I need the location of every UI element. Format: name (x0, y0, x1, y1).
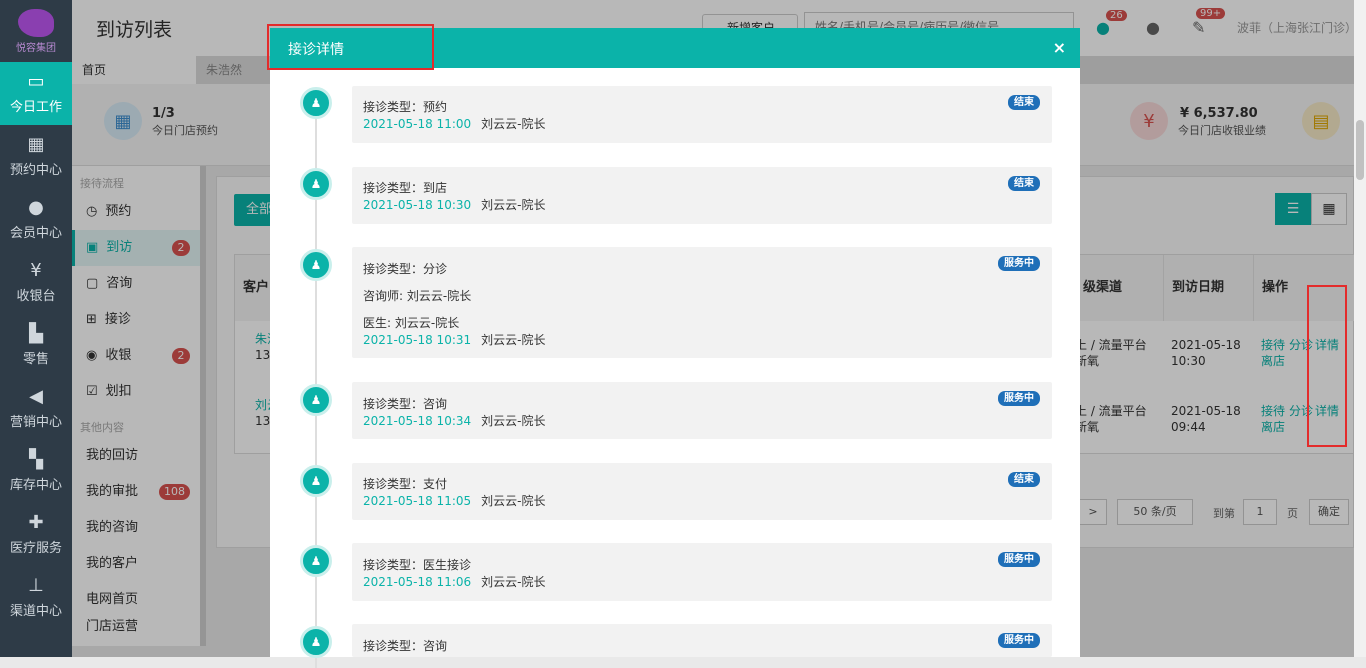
nav-label: 库存中心 (9, 478, 62, 493)
modal-title-highlight (267, 24, 434, 70)
nav-label: 收银台 (16, 289, 56, 304)
nav-item-cashier[interactable]: ¥ 收银台 (0, 251, 72, 314)
visit-type: 接诊类型：咨询 (363, 639, 448, 653)
megaphone-icon: ◀ (29, 386, 43, 407)
org-chart-icon: ⊥ (28, 575, 44, 596)
grid-icon: ▚ (29, 449, 43, 470)
visit-time: 2021-05-18 10:31 (363, 333, 472, 347)
visit-type: 接诊类型：分诊 (363, 262, 448, 276)
user-icon: ♟ (300, 626, 332, 658)
visit-type: 接诊类型：预约 (363, 100, 448, 114)
status-badge: 结束 (1008, 176, 1040, 191)
visit-meta: 2021-05-18 11:05 刘云云-院长 (363, 492, 545, 509)
nav-item-today-work[interactable]: ▭ 今日工作 (0, 62, 72, 125)
status-badge: 服务中 (998, 633, 1040, 648)
visit-type: 接诊类型：医生接诊 (363, 558, 472, 572)
user-icon: ♟ (300, 465, 332, 497)
timeline-card: 接诊类型：分诊 咨询师: 刘云云-院长 医生: 刘云云-院长 2021-05-1… (352, 247, 1052, 358)
nav-item-channels[interactable]: ⊥ 渠道中心 (0, 566, 72, 629)
timeline-card: 接诊类型：到店 2021-05-18 10:30 刘云云-院长 结束 (352, 167, 1052, 224)
visit-meta: 2021-05-18 10:31 刘云云-院长 (363, 331, 545, 348)
doctor-line: 医生: 刘云云-院长 (363, 316, 460, 330)
user-icon: ♟ (300, 545, 332, 577)
cart-icon: ▙ (29, 323, 43, 344)
visit-time: 2021-05-18 10:30 (363, 198, 472, 212)
nav-item-retail[interactable]: ▙ 零售 (0, 314, 72, 377)
visit-type: 接诊类型：支付 (363, 477, 448, 491)
nav-label: 渠道中心 (9, 604, 62, 619)
nav-label: 今日工作 (9, 100, 62, 115)
status-badge: 服务中 (998, 552, 1040, 567)
logo-text: 悦容集团 (16, 42, 56, 54)
staff-name: 刘云云-院长 (481, 575, 546, 589)
close-icon[interactable]: × (1053, 38, 1066, 57)
nav-label: 零售 (22, 352, 49, 367)
nav-item-members[interactable]: ● 会员中心 (0, 188, 72, 251)
nav-label: 预约中心 (9, 163, 62, 178)
details-column-highlight (1307, 285, 1347, 447)
nav-item-marketing[interactable]: ◀ 营销中心 (0, 377, 72, 440)
status-badge: 结束 (1008, 95, 1040, 110)
visit-type: 接诊类型：咨询 (363, 397, 448, 411)
user-icon: ♟ (300, 168, 332, 200)
timeline-card: 接诊类型：咨询 服务中 (352, 624, 1052, 657)
status-badge: 结束 (1008, 472, 1040, 487)
timeline-card: 接诊类型：咨询 2021-05-18 10:34 刘云云-院长 服务中 (352, 382, 1052, 439)
staff-name: 刘云云-院长 (481, 414, 546, 428)
staff-name: 刘云云-院长 (481, 494, 546, 508)
laptop-icon: ▭ (27, 71, 45, 92)
visit-meta: 2021-05-18 10:30 刘云云-院长 (363, 196, 545, 213)
main-nav: 悦容集团 ▭ 今日工作 ▦ 预约中心 ● 会员中心 ¥ 收银台 ▙ 零售 ◀ 营销中心 ▚ 库… (0, 0, 72, 657)
logo-mark (18, 8, 54, 37)
scrollbar-thumb[interactable] (1356, 120, 1364, 180)
status-badge: 服务中 (998, 391, 1040, 406)
visit-time: 2021-05-18 11:00 (363, 117, 472, 131)
visit-time: 2021-05-18 11:06 (363, 575, 472, 589)
nav-label: 营销中心 (9, 415, 62, 430)
nav-item-medical[interactable]: ✚ 医疗服务 (0, 503, 72, 566)
yen-icon: ¥ (30, 260, 42, 281)
timeline-card: 接诊类型：支付 2021-05-18 11:05 刘云云-院长 结束 (352, 463, 1052, 520)
visit-meta: 2021-05-18 11:06 刘云云-院长 (363, 573, 545, 590)
nav-label: 会员中心 (9, 226, 62, 241)
users-icon: ● (28, 197, 44, 218)
consultant-line: 咨询师: 刘云云-院长 (363, 289, 472, 303)
calendar-icon: ▦ (27, 134, 45, 155)
staff-name: 刘云云-院长 (481, 333, 546, 347)
visit-meta: 2021-05-18 11:00 刘云云-院长 (363, 115, 545, 132)
visit-detail-modal: 接诊详情 × ♟ 接诊类型：预约 2021-05-18 11:00 刘云云-院长 … (270, 28, 1080, 668)
visit-type: 接诊类型：到店 (363, 181, 448, 195)
logo: 悦容集团 (0, 0, 72, 62)
visit-meta: 2021-05-18 10:34 刘云云-院长 (363, 412, 545, 429)
user-icon: ♟ (300, 384, 332, 416)
status-badge: 服务中 (998, 256, 1040, 271)
nav-item-inventory[interactable]: ▚ 库存中心 (0, 440, 72, 503)
page-scrollbar[interactable] (1354, 0, 1366, 657)
nav-label: 医疗服务 (9, 541, 62, 556)
nav-item-appointments[interactable]: ▦ 预约中心 (0, 125, 72, 188)
timeline-card: 接诊类型：预约 2021-05-18 11:00 刘云云-院长 结束 (352, 86, 1052, 143)
visit-time: 2021-05-18 10:34 (363, 414, 472, 428)
medical-kit-icon: ✚ (28, 512, 44, 533)
timeline-card: 接诊类型：医生接诊 2021-05-18 11:06 刘云云-院长 服务中 (352, 543, 1052, 601)
staff-name: 刘云云-院长 (481, 117, 546, 131)
visit-time: 2021-05-18 11:05 (363, 494, 472, 508)
user-icon: ♟ (300, 87, 332, 119)
user-icon: ♟ (300, 249, 332, 281)
staff-name: 刘云云-院长 (481, 198, 546, 212)
